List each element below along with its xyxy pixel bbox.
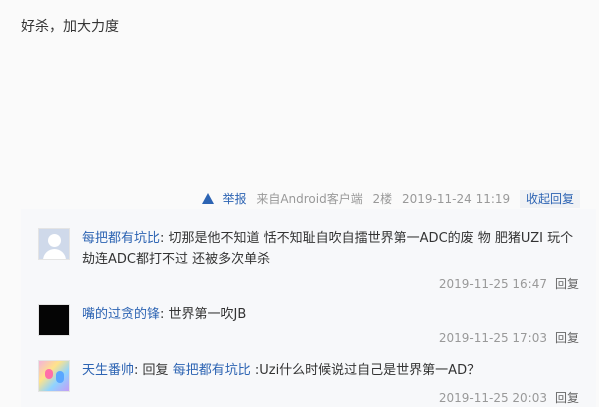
reply-content: 每把都有坑比: 切那是他不知道 恬不知耻自吹自擂世界第一ADC的废 物 肥猪UZ… (82, 231, 574, 267)
reply-button[interactable]: 回复 (555, 331, 579, 345)
reply-content: 天生番帅: 回复 每把都有坑比 :Uzi什么时候说过自己是世界第一AD？ (82, 363, 481, 378)
post-tail: 举报 来自Android客户端 2楼 2019-11-24 11:19 收起回复 (0, 190, 580, 208)
warning-icon (202, 193, 215, 204)
default-avatar-icon[interactable] (38, 228, 70, 260)
reply-button[interactable]: 回复 (555, 277, 579, 291)
reply-text: :Uzi什么时候说过自己是世界第一AD？ (254, 363, 481, 378)
reply-meta: 2019-11-25 16:47 回复 (439, 276, 579, 292)
reply-username[interactable]: 嘴的过贪的锋 (82, 307, 160, 322)
reply-username[interactable]: 每把都有坑比 (82, 231, 160, 246)
reply-prefix: 回复 (142, 363, 169, 378)
dark-avatar-icon[interactable] (38, 304, 70, 336)
post-content: 好杀，加大力度 (21, 19, 119, 35)
reply-meta: 2019-11-25 20:03 回复 (439, 390, 579, 406)
reply-list: 每把都有坑比: 切那是他不知道 恬不知耻自吹自擂世界第一ADC的废 物 肥猪UZ… (21, 209, 596, 407)
list-item: 每把都有坑比: 切那是他不知道 恬不知耻自吹自擂世界第一ADC的废 物 肥猪UZ… (21, 209, 596, 291)
list-item: 嘴的过贪的锋: 世界第一吹JB 2019-11-25 17:03 回复 (21, 291, 596, 346)
reply-time: 2019-11-25 20:03 (438, 391, 547, 405)
report-link[interactable]: 举报 (196, 192, 250, 206)
reply-text: 世界第一吹JB (168, 307, 247, 322)
report-label: 举报 (222, 192, 247, 206)
reply-content: 嘴的过贪的锋: 世界第一吹JB (82, 307, 247, 322)
post-source: 来自Android客户端 (256, 192, 363, 206)
collapse-replies-button[interactable]: 收起回复 (519, 190, 580, 208)
list-item: 天生番帅: 回复 每把都有坑比 :Uzi什么时候说过自己是世界第一AD？ 201… (21, 346, 596, 407)
reply-time: 2019-11-25 17:03 (438, 331, 547, 345)
reply-button[interactable]: 回复 (555, 391, 579, 405)
floor-number: 2楼 (372, 192, 393, 206)
colorful-avatar-icon[interactable] (38, 360, 70, 392)
reply-meta: 2019-11-25 17:03 回复 (439, 330, 579, 346)
post-tail-info: 举报 来自Android客户端 2楼 2019-11-24 11:19 收起回复 (190, 190, 580, 208)
reply-username[interactable]: 天生番帅 (82, 363, 134, 378)
post-time: 2019-11-24 11:19 (402, 192, 511, 206)
reply-to-username[interactable]: 每把都有坑比 (173, 363, 251, 378)
reply-time: 2019-11-25 16:47 (438, 277, 547, 291)
